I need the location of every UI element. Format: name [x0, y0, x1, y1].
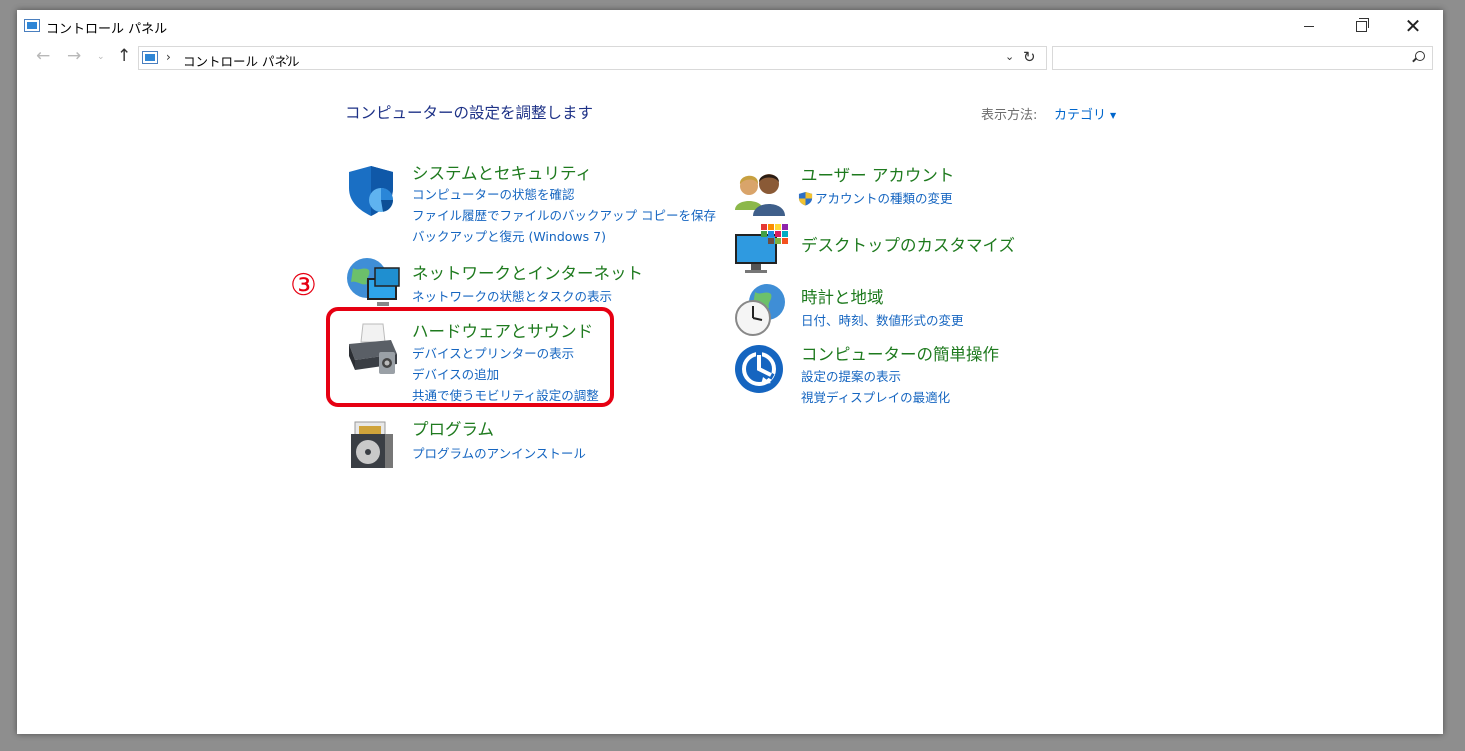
breadcrumb-separator-icon[interactable]: › — [166, 50, 171, 64]
link-date-time-number-format[interactable]: 日付、時刻、数値形式の変更 — [801, 310, 964, 329]
control-panel-icon — [142, 51, 158, 64]
link-file-history-backup[interactable]: ファイル履歴でファイルのバックアップ コピーを保存 — [412, 205, 716, 224]
window-title: コントロール パネル — [46, 22, 168, 37]
shield-icon — [349, 166, 393, 216]
navigation-bar: ← → ⌄ ↑ › コントロール パネル › ⌄ ↻ — [17, 44, 1443, 74]
view-by-value: カテゴリ — [1054, 108, 1107, 123]
category-title-clock-region[interactable]: 時計と地域 — [801, 284, 884, 308]
dropdown-arrow-icon: ▼ — [1110, 111, 1117, 120]
link-optimize-visual-display[interactable]: 視覚ディスプレイの最適化 — [801, 387, 950, 406]
link-change-account-type[interactable]: アカウントの種類の変更 — [798, 188, 953, 207]
breadcrumb-separator-icon[interactable]: › — [285, 50, 290, 64]
control-panel-window: コントロール パネル ✕ ← → ⌄ ↑ › コントロール パネル › ⌄ ↻ … — [17, 10, 1443, 734]
up-button[interactable]: ↑ — [117, 46, 131, 66]
title-bar: コントロール パネル ✕ — [17, 10, 1443, 42]
address-bar[interactable]: › コントロール パネル › ⌄ ↻ — [138, 46, 1047, 70]
category-title-user-accounts[interactable]: ユーザー アカウント — [801, 162, 954, 186]
recent-locations-button[interactable]: ⌄ — [97, 52, 105, 62]
category-title-desktop-customization[interactable]: デスクトップのカスタマイズ — [801, 232, 1015, 256]
page-title: コンピューターの設定を調整します — [345, 104, 594, 122]
restore-button[interactable] — [1338, 10, 1384, 42]
breadcrumb-control-panel[interactable]: コントロール パネル — [183, 51, 299, 70]
highlight-box — [326, 307, 614, 407]
view-by-dropdown[interactable]: カテゴリ ▼ — [1054, 104, 1116, 123]
restore-icon — [1355, 17, 1369, 32]
users-icon — [735, 174, 785, 216]
search-icon — [1415, 51, 1425, 61]
category-title-network-internet[interactable]: ネットワークとインターネット — [412, 260, 643, 284]
category-title-system-security[interactable]: システムとセキュリティ — [412, 160, 592, 184]
link-change-account-type-label: アカウントの種類の変更 — [815, 191, 953, 206]
link-suggested-settings[interactable]: 設定の提案の表示 — [801, 366, 901, 385]
close-icon: ✕ — [1404, 14, 1422, 38]
category-title-ease-of-access[interactable]: コンピューターの簡単操作 — [801, 341, 999, 365]
minimize-button[interactable] — [1286, 10, 1332, 42]
close-button[interactable]: ✕ — [1390, 10, 1436, 42]
link-backup-restore[interactable]: バックアップと復元 (Windows 7) — [412, 226, 606, 245]
network-icon — [347, 258, 400, 306]
search-input[interactable] — [1052, 46, 1433, 70]
forward-button[interactable]: → — [67, 46, 81, 66]
control-panel-icon — [24, 19, 40, 32]
uac-shield-icon — [798, 191, 813, 206]
programs-icon — [351, 421, 393, 468]
back-button[interactable]: ← — [36, 46, 50, 66]
clock-icon — [735, 284, 785, 336]
refresh-button[interactable]: ↻ — [1023, 48, 1036, 66]
link-check-computer-status[interactable]: コンピューターの状態を確認 — [412, 184, 575, 203]
view-by-label: 表示方法: — [981, 108, 1038, 123]
minimize-icon — [1304, 25, 1314, 27]
link-uninstall-program[interactable]: プログラムのアンインストール — [412, 443, 586, 462]
category-title-programs[interactable]: プログラム — [412, 416, 494, 440]
step-number-annotation: ③ — [290, 268, 317, 303]
address-dropdown-button[interactable]: ⌄ — [1005, 50, 1014, 63]
ease-of-access-icon — [735, 345, 783, 393]
desktop-customization-icon — [735, 224, 788, 273]
link-network-status-tasks[interactable]: ネットワークの状態とタスクの表示 — [412, 286, 612, 305]
